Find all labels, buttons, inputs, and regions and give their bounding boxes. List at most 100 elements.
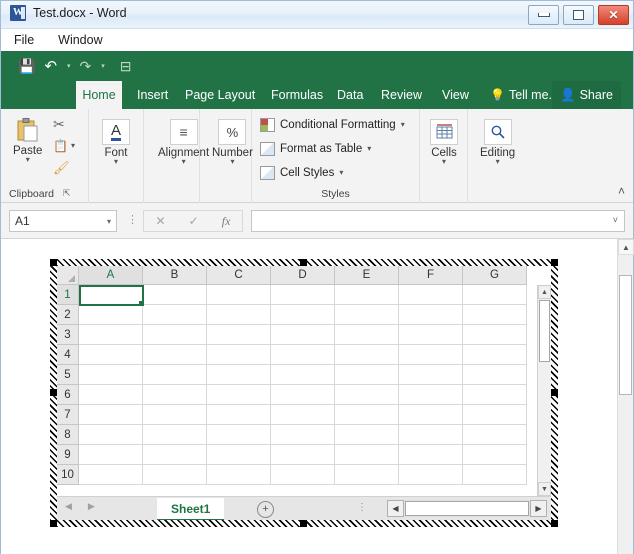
cell-d10[interactable] xyxy=(271,465,335,485)
cell-a6[interactable] xyxy=(79,385,143,405)
cell-f7[interactable] xyxy=(399,405,463,425)
alignment-dropdown-icon[interactable]: ▾ xyxy=(182,159,186,165)
cell-a5[interactable] xyxy=(79,365,143,385)
conditional-formatting-dropdown-icon[interactable]: ▾ xyxy=(401,122,405,128)
minimize-button[interactable] xyxy=(528,5,559,25)
tab-page-layout[interactable]: Page Layout xyxy=(176,81,264,109)
sheet-next-icon[interactable]: ▶ xyxy=(88,501,95,512)
cell-f3[interactable] xyxy=(399,325,463,345)
cell-b8[interactable] xyxy=(143,425,207,445)
resize-handle-se[interactable] xyxy=(551,520,558,527)
customize-qat-icon[interactable]: ⊟ xyxy=(117,55,135,77)
close-button[interactable]: ✕ xyxy=(598,5,629,25)
cell-a9[interactable] xyxy=(79,445,143,465)
menu-item-file[interactable]: File xyxy=(11,31,37,49)
row-header-7[interactable]: 7 xyxy=(57,405,79,425)
format-painter-button[interactable]: 🖌 xyxy=(53,159,70,177)
cell-g10[interactable] xyxy=(463,465,527,485)
cell-d2[interactable] xyxy=(271,305,335,325)
row-header-3[interactable]: 3 xyxy=(57,325,79,345)
scroll-down-button[interactable]: ▼ xyxy=(538,482,551,496)
name-box-dropdown-icon[interactable]: ▾ xyxy=(107,217,111,226)
share-button[interactable]: 👤 Share xyxy=(552,81,621,109)
resize-handle-w[interactable] xyxy=(50,389,57,396)
word-scroll-up-button[interactable]: ▲ xyxy=(618,239,634,255)
excel-horizontal-scrollbar[interactable]: ◀ ▶ xyxy=(387,500,547,517)
row-header-8[interactable]: 8 xyxy=(57,425,79,445)
column-header-g[interactable]: G xyxy=(463,266,527,285)
row-header-6[interactable]: 6 xyxy=(57,385,79,405)
cancel-icon[interactable]: ✕ xyxy=(156,214,166,228)
column-header-b[interactable]: B xyxy=(143,266,207,285)
tab-review[interactable]: Review xyxy=(372,81,431,109)
cell-g7[interactable] xyxy=(463,405,527,425)
sheet-tab-sheet1[interactable]: Sheet1 xyxy=(157,498,224,520)
cell-f4[interactable] xyxy=(399,345,463,365)
cell-e2[interactable] xyxy=(335,305,399,325)
copy-button[interactable]: 📋 ▾ xyxy=(53,139,75,153)
cell-c10[interactable] xyxy=(207,465,271,485)
name-box[interactable]: A1 ▾ xyxy=(9,210,117,232)
cell-e6[interactable] xyxy=(335,385,399,405)
format-as-table-dropdown-icon[interactable]: ▾ xyxy=(367,146,371,152)
number-button[interactable]: % Number ▾ xyxy=(212,119,253,165)
enter-icon[interactable]: ✓ xyxy=(189,214,199,228)
cell-b1[interactable] xyxy=(143,285,207,305)
row-header-2[interactable]: 2 xyxy=(57,305,79,325)
tab-insert[interactable]: Insert xyxy=(128,81,177,109)
collapse-ribbon-icon[interactable]: ˄ xyxy=(618,184,625,198)
cell-c3[interactable] xyxy=(207,325,271,345)
copy-dropdown-icon[interactable]: ▾ xyxy=(71,143,75,149)
resize-handle-n[interactable] xyxy=(300,259,307,266)
cell-b2[interactable] xyxy=(143,305,207,325)
cut-button[interactable]: ✂ xyxy=(53,116,65,134)
cell-c5[interactable] xyxy=(207,365,271,385)
tab-view[interactable]: View xyxy=(433,81,478,109)
clipboard-dialog-launcher[interactable]: ⇱ xyxy=(63,188,71,199)
cell-c4[interactable] xyxy=(207,345,271,365)
cells-dropdown-icon[interactable]: ▾ xyxy=(442,159,446,165)
cell-d7[interactable] xyxy=(271,405,335,425)
column-header-e[interactable]: E xyxy=(335,266,399,285)
format-as-table-button[interactable]: Format as Table ▾ xyxy=(260,142,371,156)
cell-d1[interactable] xyxy=(271,285,335,305)
font-button[interactable]: A Font ▾ xyxy=(102,119,130,165)
column-header-d[interactable]: D xyxy=(271,266,335,285)
cell-d6[interactable] xyxy=(271,385,335,405)
save-icon[interactable]: 💾 xyxy=(15,55,38,77)
conditional-formatting-button[interactable]: Conditional Formatting ▾ xyxy=(260,118,405,132)
cell-e10[interactable] xyxy=(335,465,399,485)
cell-styles-dropdown-icon[interactable]: ▾ xyxy=(339,170,343,176)
resize-handle-e[interactable] xyxy=(551,389,558,396)
row-header-10[interactable]: 10 xyxy=(57,465,79,485)
tab-data[interactable]: Data xyxy=(328,81,372,109)
cell-a4[interactable] xyxy=(79,345,143,365)
cell-g6[interactable] xyxy=(463,385,527,405)
menu-item-window[interactable]: Window xyxy=(55,31,105,49)
cell-f10[interactable] xyxy=(399,465,463,485)
redo-dropdown-icon[interactable]: ▾ xyxy=(97,55,108,77)
cell-a10[interactable] xyxy=(79,465,143,485)
cell-a7[interactable] xyxy=(79,405,143,425)
cell-g8[interactable] xyxy=(463,425,527,445)
cell-b10[interactable] xyxy=(143,465,207,485)
cell-e4[interactable] xyxy=(335,345,399,365)
cell-e5[interactable] xyxy=(335,365,399,385)
cells-button[interactable]: Cells ▾ xyxy=(430,119,458,165)
cell-g5[interactable] xyxy=(463,365,527,385)
cell-e9[interactable] xyxy=(335,445,399,465)
hscroll-right-button[interactable]: ▶ xyxy=(530,500,547,517)
redo-icon[interactable]: ↷ xyxy=(77,55,95,77)
resize-handle-s[interactable] xyxy=(300,520,307,527)
add-sheet-button[interactable]: + xyxy=(257,501,274,518)
cell-styles-button[interactable]: Cell Styles ▾ xyxy=(260,166,343,180)
cell-a8[interactable] xyxy=(79,425,143,445)
editing-button[interactable]: Editing ▾ xyxy=(480,119,515,165)
paste-button[interactable]: Paste ▾ xyxy=(13,117,42,163)
maximize-button[interactable] xyxy=(563,5,594,25)
cell-d4[interactable] xyxy=(271,345,335,365)
cell-b5[interactable] xyxy=(143,365,207,385)
number-dropdown-icon[interactable]: ▾ xyxy=(230,159,234,165)
cell-c8[interactable] xyxy=(207,425,271,445)
cell-f1[interactable] xyxy=(399,285,463,305)
